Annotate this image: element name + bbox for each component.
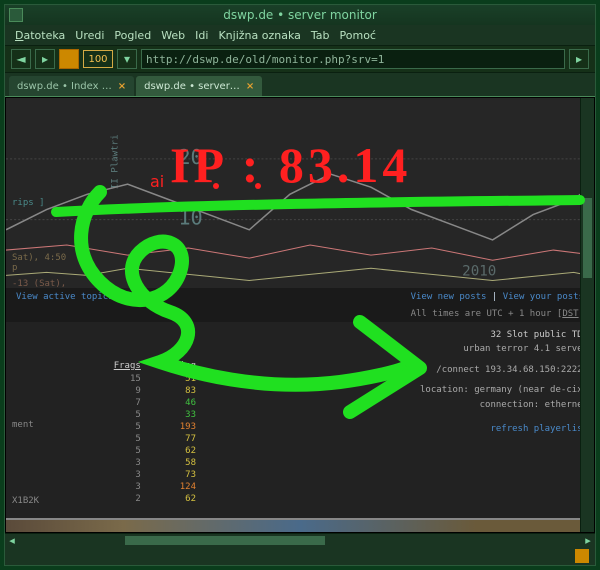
cell-ping: 46 (151, 398, 204, 408)
table-row: 5193 (88, 422, 204, 432)
scroll-left-icon[interactable]: ◂ (5, 534, 19, 547)
menu-bookmarks[interactable]: Knjižna oznaka (214, 27, 304, 44)
svg-text:2010: 2010 (462, 263, 496, 279)
cell-frags: 9 (88, 386, 149, 396)
home-icon[interactable] (59, 49, 79, 69)
scroll-thumb[interactable] (125, 536, 325, 545)
menu-help[interactable]: Pomoć (336, 27, 380, 44)
menu-view[interactable]: Pogled (110, 27, 155, 44)
table-row: 3124 (88, 482, 204, 492)
cell-frags: 5 (88, 434, 149, 444)
game-screenshot (6, 518, 594, 533)
forward-button[interactable]: ▸ (35, 49, 55, 69)
svg-text:10: 10 (178, 206, 202, 230)
table-row: 358 (88, 458, 204, 468)
table-row: 746 (88, 398, 204, 408)
url-input[interactable]: http://dswp.de/old/monitor.php?srv=1 (141, 49, 565, 69)
forum-link-bar: View active topics View new posts | View… (6, 288, 594, 306)
tab-server[interactable]: dswp.de • server… × (136, 76, 262, 96)
window-sys-icon[interactable] (9, 8, 23, 22)
reload-dropdown[interactable]: ▾ (117, 49, 137, 69)
vertical-scrollbar[interactable] (580, 98, 594, 532)
cell-ping: 193 (151, 422, 204, 432)
toolbar: ◄ ▸ 100 ▾ http://dswp.de/old/monitor.php… (5, 45, 595, 73)
menu-tab[interactable]: Tab (307, 27, 334, 44)
page-content: 20 10 2010 II Plawtri rips ] Sat), 4:50 … (5, 97, 595, 533)
player-chart: 20 10 2010 II Plawtri (6, 98, 594, 288)
cell-frags: 2 (88, 494, 149, 504)
table-row: 577 (88, 434, 204, 444)
view-your-posts-link[interactable]: View your posts (503, 292, 584, 302)
horizontal-scrollbar[interactable]: ◂ ▸ (5, 533, 595, 547)
view-new-posts-link[interactable]: View new posts (411, 292, 487, 302)
table-row: 533 (88, 410, 204, 420)
tab-index[interactable]: dswp.de • Index … × (9, 76, 134, 96)
scroll-right-icon[interactable]: ▸ (581, 534, 595, 547)
titlebar[interactable]: dswp.de • server monitor (5, 5, 595, 25)
table-row: 1551 (88, 374, 204, 384)
menu-edit[interactable]: Uredi (71, 27, 108, 44)
view-active-topics-link[interactable]: View active topics (16, 292, 114, 302)
browser-window: dswp.de • server monitor Datoteka Uredi … (4, 4, 596, 566)
cell-frags: 5 (88, 410, 149, 420)
load-progress: 100 (83, 50, 113, 68)
server-slot: 32 Slot public TDM (348, 328, 588, 342)
back-button[interactable]: ◄ (11, 49, 31, 69)
go-button[interactable]: ▸ (569, 49, 589, 69)
dst-link[interactable]: DST (562, 309, 578, 319)
cell-ping: 51 (151, 374, 204, 384)
svg-text:II Plawtri: II Plawtri (111, 134, 121, 189)
cell-ping: 62 (151, 446, 204, 456)
table-row: 562 (88, 446, 204, 456)
table-row: 983 (88, 386, 204, 396)
menubar: Datoteka Uredi Pogled Web Idi Knjižna oz… (5, 25, 595, 45)
scroll-thumb[interactable] (583, 198, 592, 278)
cell-ping: 124 (151, 482, 204, 492)
menu-go[interactable]: Idi (191, 27, 212, 44)
status-lock-icon[interactable] (575, 549, 589, 563)
server-location: location: germany (near de-cix) (348, 383, 588, 397)
tab-label: dswp.de • server… (144, 81, 240, 92)
server-info-box: 32 Slot public TDM urban terror 4.1 serv… (348, 328, 588, 436)
cell-frags: 3 (88, 470, 149, 480)
server-connect: /connect 193.34.68.150:22222 (348, 363, 588, 377)
col-ping[interactable]: Ping (151, 360, 204, 372)
cell-ping: 58 (151, 458, 204, 468)
window-title: dswp.de • server monitor (223, 8, 377, 22)
tab-label: dswp.de • Index … (17, 81, 112, 92)
cell-ping: 33 (151, 410, 204, 420)
cell-frags: 5 (88, 446, 149, 456)
player-table: Frags Ping 15519837465335193577562358373… (86, 358, 206, 506)
cell-frags: 7 (88, 398, 149, 408)
close-icon[interactable]: × (118, 81, 126, 92)
menu-web[interactable]: Web (157, 27, 189, 44)
cell-ping: 73 (151, 470, 204, 480)
tabbar: dswp.de • Index … × dswp.de • server… × (5, 73, 595, 97)
clipped-forum-text: rips ] Sat), 4:50 p -13 (Sat), 7:50 p me… (12, 198, 72, 299)
cell-ping: 62 (151, 494, 204, 504)
refresh-playerlist-link[interactable]: refresh playerlist (348, 422, 588, 436)
cell-frags: 15 (88, 374, 149, 384)
table-row: 373 (88, 470, 204, 480)
cell-frags: 3 (88, 482, 149, 492)
statusbar (5, 547, 595, 565)
menu-file[interactable]: Datoteka (11, 27, 69, 44)
cell-frags: 5 (88, 422, 149, 432)
cell-ping: 83 (151, 386, 204, 396)
close-icon[interactable]: × (246, 81, 254, 92)
server-game: urban terror 4.1 server (348, 342, 588, 356)
cell-frags: 3 (88, 458, 149, 468)
server-connection: connection: ethernet (348, 398, 588, 412)
timezone-line: All times are UTC + 1 hour [ DST ] (6, 306, 594, 322)
svg-text:20: 20 (178, 145, 202, 169)
cell-ping: 77 (151, 434, 204, 444)
table-row: 262 (88, 494, 204, 504)
col-frags[interactable]: Frags (88, 360, 149, 372)
